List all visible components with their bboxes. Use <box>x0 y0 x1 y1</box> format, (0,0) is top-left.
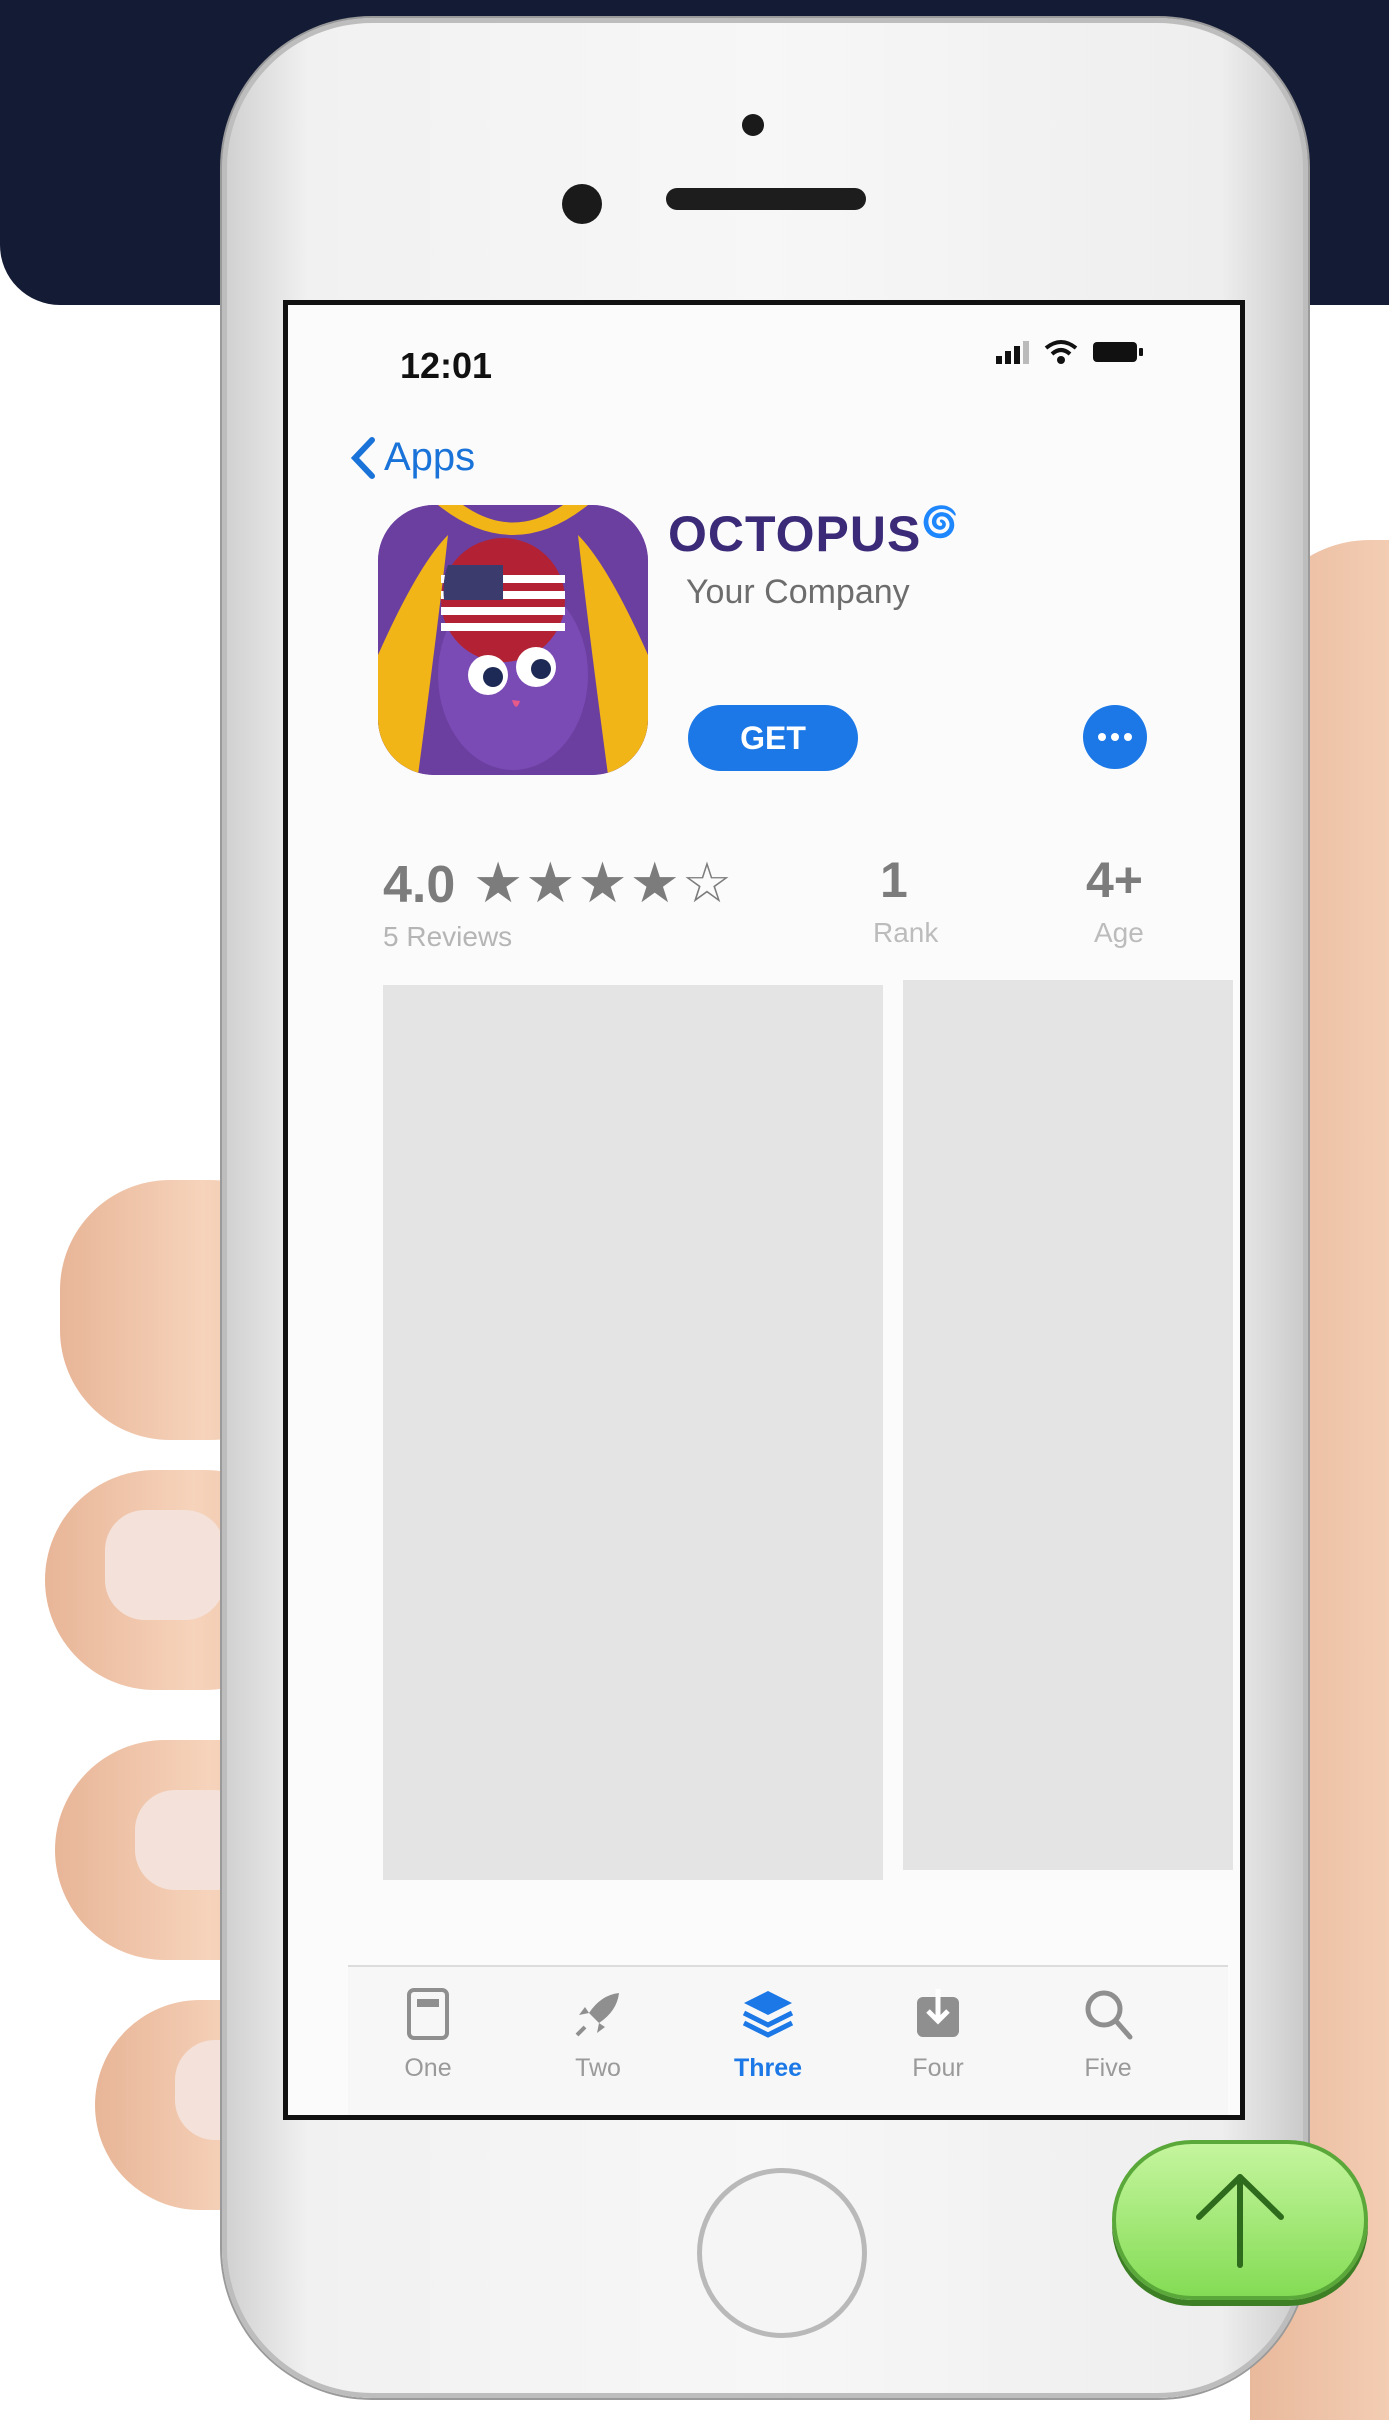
tab-label: Two <box>575 2054 621 2082</box>
get-button[interactable]: GET <box>688 705 858 771</box>
age-label: Age <box>1094 917 1144 948</box>
star-rating: ★★★★☆ <box>473 851 735 914</box>
phone-screen: 12:01 Apps OCTOPUS🌀 Your Company GET 4.0… <box>283 300 1245 2120</box>
tab-label: Three <box>733 2054 803 2082</box>
status-time: 12:01 <box>400 345 493 386</box>
download-icon <box>917 1989 959 2037</box>
app-title: OCTOPUS🌀 <box>668 506 960 562</box>
more-options-button[interactable] <box>1083 705 1147 769</box>
front-camera <box>562 184 602 224</box>
wifi-icon <box>1044 340 1078 364</box>
status-icons <box>996 339 1144 365</box>
tab-bar: One Two Three Four Five <box>348 1965 1228 2115</box>
tab-one[interactable]: One <box>368 1987 488 2083</box>
rank-label: Rank <box>873 917 939 948</box>
tab-four[interactable]: Four <box>878 1987 998 2083</box>
tab-label: Four <box>912 2054 964 2082</box>
review-count: 5 Reviews <box>383 921 513 952</box>
app-developer: Your Company <box>686 573 910 611</box>
search-icon <box>1085 1990 1133 2040</box>
swirl-icon: 🌀 <box>921 506 960 539</box>
back-button[interactable]: Apps <box>350 435 475 480</box>
chevron-left-icon <box>350 436 375 479</box>
document-icon <box>407 1988 449 2040</box>
tab-three[interactable]: Three <box>708 1987 828 2083</box>
home-button[interactable] <box>697 2168 867 2338</box>
tab-five[interactable]: Five <box>1048 1987 1168 2083</box>
rating-value: 4.0 <box>383 856 456 914</box>
rocket-icon <box>575 1993 619 2037</box>
tab-label: One <box>404 2054 452 2082</box>
ellipsis-icon <box>1098 733 1132 741</box>
tab-two[interactable]: Two <box>538 1987 658 2083</box>
rank-value: 1 <box>880 852 908 908</box>
octopus-app-icon <box>378 505 648 775</box>
screenshot-preview[interactable] <box>383 985 883 1880</box>
screenshot-preview[interactable] <box>903 980 1233 1870</box>
arrow-up-icon <box>1196 2174 1284 2268</box>
signal-icon <box>996 341 1029 364</box>
age-value: 4+ <box>1086 852 1144 908</box>
back-label: Apps <box>384 435 476 479</box>
tab-label: Five <box>1084 2054 1132 2082</box>
scroll-to-top-button[interactable] <box>1112 2140 1368 2300</box>
layers-icon <box>742 1991 794 2038</box>
battery-icon <box>1093 342 1143 362</box>
earpiece-speaker <box>666 188 866 210</box>
proximity-sensor <box>742 114 764 136</box>
